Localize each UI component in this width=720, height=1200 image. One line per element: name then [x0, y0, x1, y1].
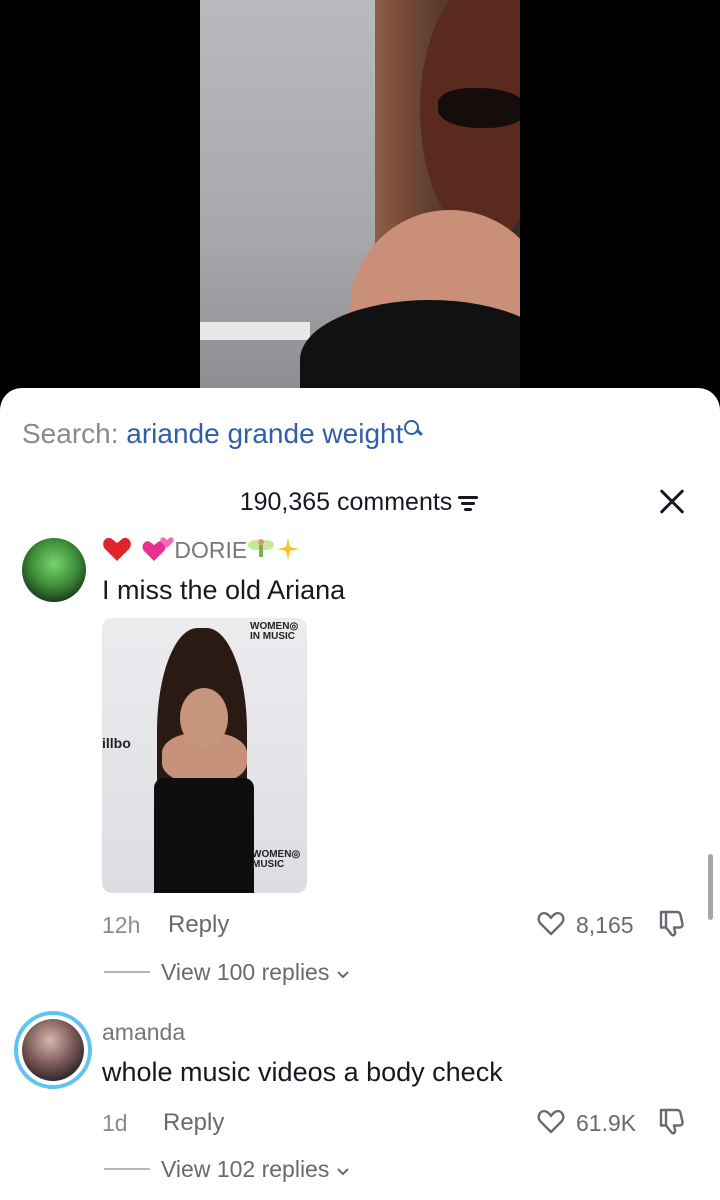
comment-photo[interactable]: WOMEN◎ IN MUSIC illbo WOMEN◎ MUSIC [102, 618, 307, 893]
heart-icon[interactable] [537, 910, 565, 936]
search-prefix: Search: [22, 418, 119, 449]
comment-time: 12h [102, 912, 141, 938]
like-count: 8,165 [576, 912, 634, 938]
fairy-emoji [248, 539, 275, 557]
avatar[interactable] [14, 1011, 92, 1089]
like-count: 61.9K [576, 1110, 637, 1136]
chevron-down-icon [337, 1168, 349, 1176]
scrollbar[interactable] [708, 854, 713, 920]
view-replies-button[interactable]: View 102 replies [161, 1156, 350, 1183]
photo-logo: WOMEN◎ MUSIC [252, 849, 301, 870]
comments-sheet: Search: ariande grande weight 190,365 co… [0, 388, 720, 1200]
comments-header: 190,365 comments [0, 488, 720, 517]
view-replies-button[interactable]: View 100 replies [161, 959, 350, 986]
pink-hearts-emoji [142, 537, 175, 561]
photo-logo: WOMEN◎ IN MUSIC [250, 621, 299, 642]
reply-button[interactable]: Reply [163, 1109, 224, 1137]
close-icon[interactable] [656, 486, 688, 518]
dislike-icon[interactable] [657, 1106, 687, 1136]
red-heart-emoji [103, 537, 131, 561]
avatar[interactable] [22, 538, 86, 602]
comment-text: I miss the old Ariana [102, 575, 346, 605]
comment-text: whole music videos a body check [102, 1057, 503, 1087]
search-term[interactable]: ariande grande weight [126, 418, 403, 449]
reply-button[interactable]: Reply [168, 911, 229, 939]
photo-logo: illbo [102, 735, 131, 751]
video-preview[interactable] [0, 0, 720, 400]
filter-icon[interactable] [458, 495, 480, 511]
search-suggestion[interactable]: Search: ariande grande weight [22, 418, 424, 450]
comment-count: 190,365 comments [239, 488, 453, 516]
comment-username[interactable]: DORIE [102, 536, 301, 564]
sparkles-emoji [277, 538, 300, 560]
dislike-icon[interactable] [657, 908, 687, 938]
video-frame [200, 0, 520, 390]
comment-time: 1d [102, 1110, 128, 1136]
search-icon[interactable] [403, 418, 424, 444]
heart-icon[interactable] [537, 1108, 565, 1134]
chevron-down-icon [337, 971, 349, 979]
comment-username[interactable]: amanda [102, 1019, 185, 1046]
